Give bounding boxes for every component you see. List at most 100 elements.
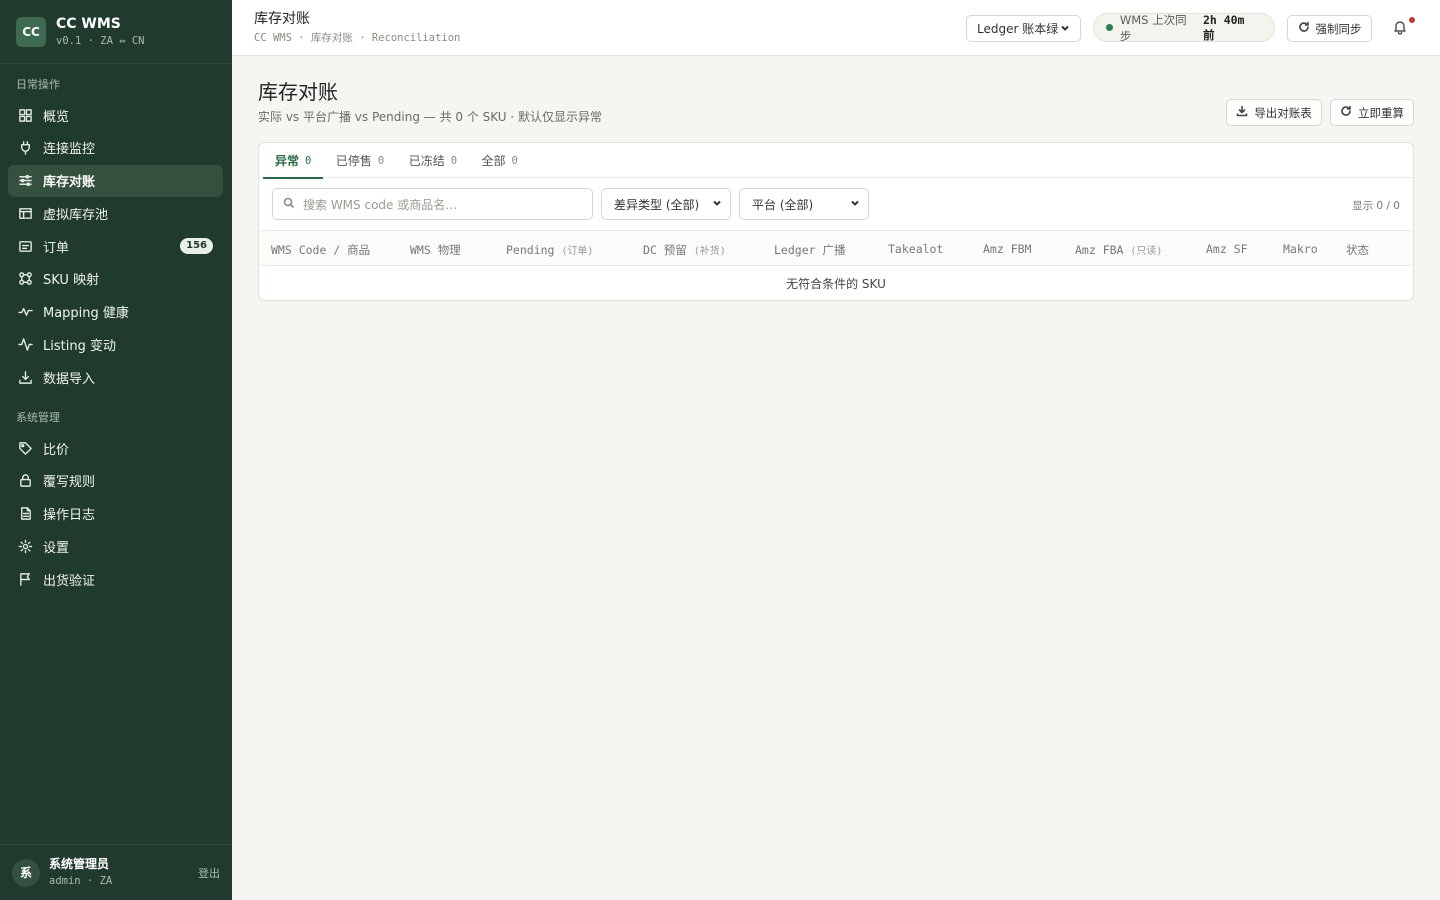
sidebar-item-sku-mapping[interactable]: SKU 映射 xyxy=(8,263,223,295)
tab-label: 已冻结 xyxy=(408,154,445,168)
ledger-select[interactable]: Ledger 账本绿 xyxy=(966,15,1081,42)
diff-type-select[interactable]: 差异类型 (全部) xyxy=(601,188,731,220)
platform-select[interactable]: 平台 (全部) xyxy=(739,188,869,220)
plug-icon xyxy=(18,140,33,156)
col-pending: Pending (订单) xyxy=(506,242,593,257)
avatar: 系 xyxy=(12,858,40,887)
pulse-icon xyxy=(18,304,33,319)
link-icon xyxy=(18,271,33,286)
nav-section-daily: 日常操作 xyxy=(16,78,60,91)
col-pending-hint: (订单) xyxy=(561,246,594,257)
sidebar-item-audit-log[interactable]: 操作日志 xyxy=(8,498,223,530)
sidebar-item-label: 数据导入 xyxy=(43,371,96,387)
force-sync-button[interactable]: 强制同步 xyxy=(1287,15,1372,42)
col-amz-fbm: Amz FBM xyxy=(983,242,1032,256)
user-subtitle: admin · ZA xyxy=(49,875,113,887)
sidebar-item-label: 出货验证 xyxy=(43,573,96,589)
sidebar-item-reconciliation[interactable]: 库存对账 xyxy=(8,164,223,197)
nav-list-daily: 概览 连接监控 库存对账 虚拟库存池 订单 156 SKU 映射 Mapping… xyxy=(8,99,223,394)
refresh-icon xyxy=(1340,105,1358,120)
search-icon xyxy=(283,197,303,212)
sidebar-item-label: 库存对账 xyxy=(43,175,96,191)
sidebar-item-data-import[interactable]: 数据导入 xyxy=(8,361,223,393)
sidebar-item-label: 概览 xyxy=(43,109,70,125)
breadcrumb: CC WMS · 库存对账 · Reconciliation xyxy=(254,32,461,44)
col-dc-label: DC 预留 xyxy=(643,243,687,257)
bell-icon xyxy=(1392,21,1408,39)
download-icon xyxy=(18,370,33,385)
col-wms-code: WMS Code / 商品 xyxy=(271,243,371,257)
tab-discontinued[interactable]: 已停售 0 xyxy=(324,143,396,178)
topbar: 库存对账 CC WMS · 库存对账 · Reconciliation Ledg… xyxy=(232,0,1440,56)
col-fba-hint: (只读) xyxy=(1130,246,1163,257)
user-box: 系 系统管理员 admin · ZA 登出 xyxy=(0,844,232,900)
result-count: 显示 0 / 0 xyxy=(1352,200,1400,212)
platform-value: 平台 (全部) xyxy=(752,197,814,212)
sidebar: CC CC WMS v0.1 · ZA ⇔ CN 日常操作 概览 连接监控 库存… xyxy=(0,0,232,900)
sidebar-item-mapping-health[interactable]: Mapping 健康 xyxy=(8,296,223,328)
diff-type-value: 差异类型 (全部) xyxy=(614,197,700,212)
sidebar-item-listing-changes[interactable]: Listing 变动 xyxy=(8,329,223,361)
nav-list-system: 比价 覆写规则 操作日志 设置 出货验证 xyxy=(8,432,223,596)
tab-count: 0 xyxy=(305,154,312,167)
activity-icon xyxy=(18,337,33,352)
recalculate-button[interactable]: 立即重算 xyxy=(1330,99,1414,126)
sidebar-item-connection[interactable]: 连接监控 xyxy=(8,132,223,164)
nav-section-system: 系统管理 xyxy=(16,411,60,424)
page-subtitle: 实际 vs 平台广播 vs Pending — 共 0 个 SKU · 默认仅显… xyxy=(258,110,603,124)
sidebar-item-label: 连接监控 xyxy=(43,142,96,158)
col-dc-reserved: DC 预留 (补货) xyxy=(643,242,726,258)
sidebar-item-label: 虚拟库存池 xyxy=(43,207,109,223)
sidebar-item-price-compare[interactable]: 比价 xyxy=(8,432,223,464)
logout-button[interactable]: 登出 xyxy=(198,865,220,881)
sidebar-item-shipment-verify[interactable]: 出货验证 xyxy=(8,563,223,595)
chevron-down-icon xyxy=(1060,22,1070,36)
search-placeholder: 搜索 WMS code 或商品名… xyxy=(303,197,458,212)
notification-dot xyxy=(1409,17,1415,23)
flag-icon xyxy=(18,572,33,587)
sidebar-item-label: 订单 xyxy=(43,240,70,256)
sync-time: 2h 40m 前 xyxy=(1202,12,1245,42)
tab-all[interactable]: 全部 0 xyxy=(470,143,530,178)
ledger-select-value: Ledger 账本绿 xyxy=(977,22,1059,36)
search-input[interactable]: 搜索 WMS code 或商品名… xyxy=(272,188,593,220)
export-button[interactable]: 导出对账表 xyxy=(1226,99,1322,126)
brand-subtitle: v0.1 · ZA ⇔ CN xyxy=(56,34,145,47)
force-sync-label: 强制同步 xyxy=(1315,21,1362,36)
brand-title: CC WMS xyxy=(56,15,121,32)
status-dot-icon xyxy=(1106,24,1113,31)
sidebar-item-label: 设置 xyxy=(43,540,70,556)
tab-frozen[interactable]: 已冻结 0 xyxy=(397,143,469,178)
grid-icon xyxy=(18,108,33,123)
col-amz-sf: Amz SF xyxy=(1206,242,1248,256)
col-takealot: Takealot xyxy=(888,242,944,256)
sidebar-item-label: Listing 变动 xyxy=(43,339,116,355)
receipt-icon xyxy=(18,239,33,254)
tab-count: 0 xyxy=(377,154,385,167)
empty-state: 无符合条件的 SKU xyxy=(786,277,886,291)
col-makro: Makro xyxy=(1283,242,1318,256)
reconciliation-card: 异常 0 已停售 0 已冻结 0 全部 0 搜索 WMS code 或商品名… 差异类型… xyxy=(258,142,1414,301)
tab-count: 0 xyxy=(450,154,458,167)
file-icon xyxy=(18,506,33,521)
col-dc-hint: (补货) xyxy=(693,246,726,257)
notifications-button[interactable] xyxy=(1392,19,1410,37)
tab-count: 0 xyxy=(511,154,518,167)
user-name: 系统管理员 xyxy=(49,857,110,871)
tab-anomaly[interactable]: 异常 0 xyxy=(263,143,324,179)
tab-label: 全部 xyxy=(481,154,506,168)
table-icon xyxy=(18,206,33,221)
sidebar-item-override-rules[interactable]: 覆写规则 xyxy=(8,465,223,497)
col-amz-fba: Amz FBA (只读) xyxy=(1075,242,1162,257)
brand-logo: CC xyxy=(16,16,46,47)
sidebar-item-orders[interactable]: 订单 156 xyxy=(8,230,223,262)
sidebar-item-settings[interactable]: 设置 xyxy=(8,530,223,562)
col-fba-label: Amz FBA xyxy=(1075,243,1124,257)
recalculate-label: 立即重算 xyxy=(1358,105,1404,120)
tab-label: 已停售 xyxy=(335,154,372,168)
tab-label: 异常 xyxy=(275,154,300,168)
sidebar-item-virtual-pool[interactable]: 虚拟库存池 xyxy=(8,197,223,229)
col-status: 状态 xyxy=(1346,243,1369,257)
sidebar-item-label: 比价 xyxy=(43,442,70,458)
sidebar-item-overview[interactable]: 概览 xyxy=(8,99,223,131)
